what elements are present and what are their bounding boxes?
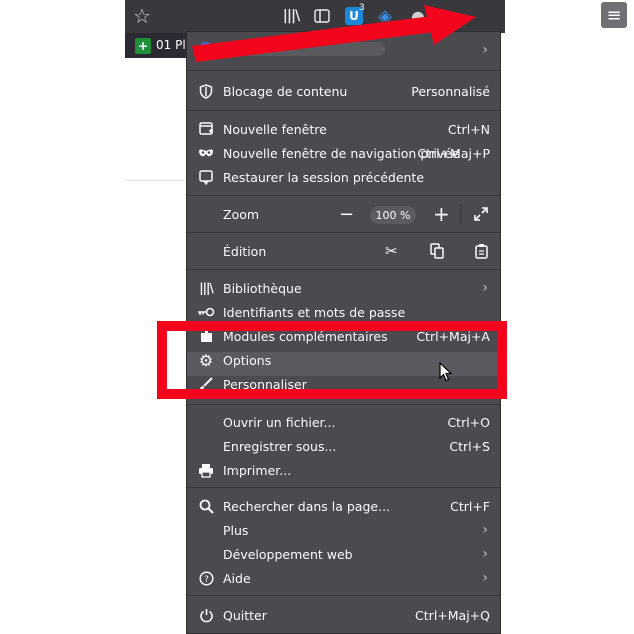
arrow-annotation bbox=[192, 5, 476, 62]
